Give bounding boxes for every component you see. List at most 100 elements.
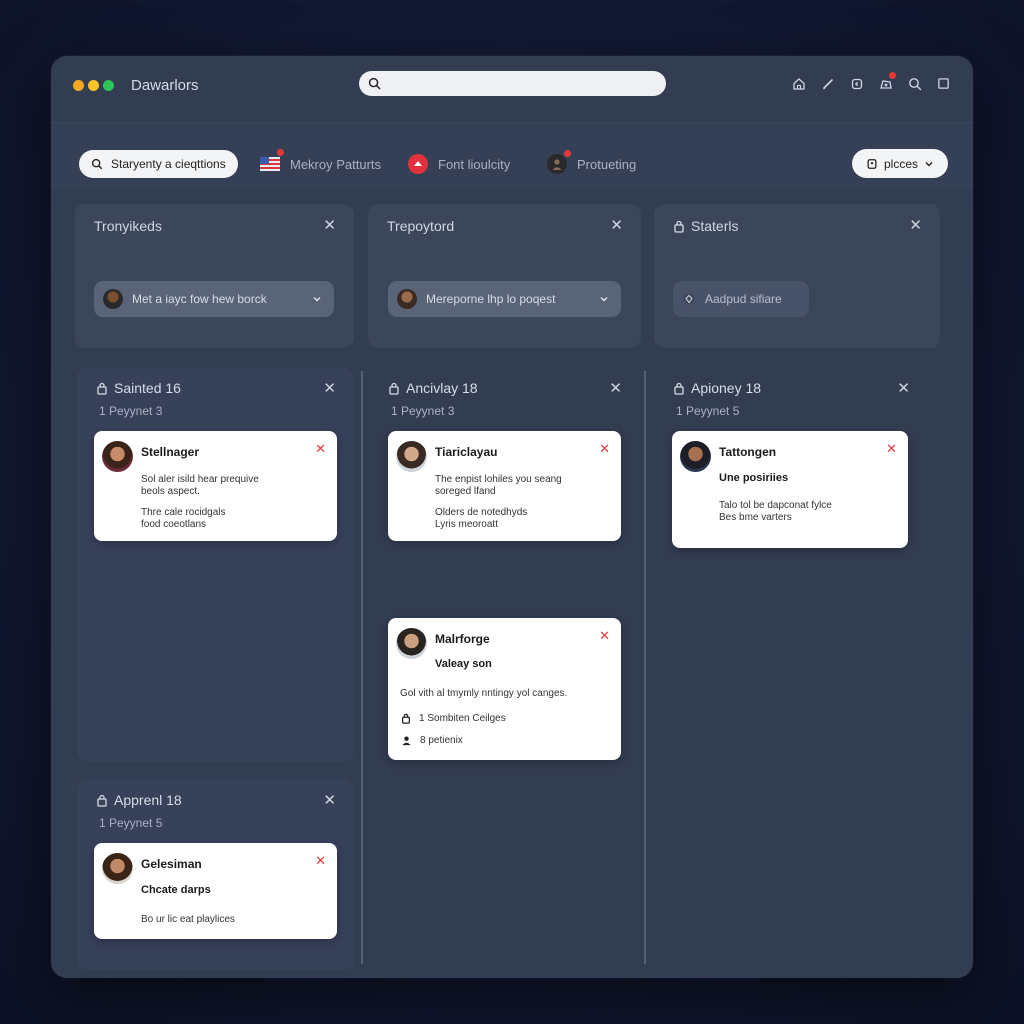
close-icon[interactable]: ✕ — [609, 381, 622, 396]
select-value: Aadpud sifiare — [705, 292, 782, 306]
close-icon[interactable]: ✕ — [315, 854, 326, 867]
column-subtitle: 1 Peyynet 5 — [676, 404, 740, 418]
close-icon[interactable]: ✕ — [909, 218, 922, 233]
panel-select[interactable]: Met a iayc fow hew borck — [94, 281, 334, 317]
avatar — [396, 441, 427, 472]
places-label: plcces — [883, 156, 918, 171]
avatar — [102, 853, 133, 884]
top-panel-3: Staterls ✕ Aadpud sifiare — [654, 204, 940, 348]
filter-chip-2[interactable]: Font lioulcity — [408, 150, 510, 178]
panel-select[interactable]: Aadpud sifiare — [673, 281, 809, 317]
chevron-down-icon — [925, 161, 933, 166]
minimize-dot[interactable] — [88, 80, 99, 91]
search-icon[interactable] — [907, 76, 922, 91]
search-bar[interactable] — [359, 71, 666, 96]
active-filter-chip[interactable]: Staryenty a cieqttions — [79, 150, 238, 178]
active-filter-label: Staryenty a cieqttions — [111, 157, 226, 171]
close-icon[interactable]: ✕ — [323, 381, 336, 396]
tag-icon — [867, 158, 877, 169]
panel-title-row: Staterls — [673, 218, 738, 234]
card-text: Thre cale rocidgals food coeotlans — [141, 507, 226, 530]
card-subtitle: Chcate darps — [141, 884, 211, 896]
column-3: Apioney 18 ✕ 1 Peyynet 5 Tattongen ✕ Une… — [654, 368, 928, 968]
filter-chip-1[interactable]: Mekroy Patturts — [260, 149, 382, 178]
panel-title: Trepoytord — [387, 218, 455, 234]
close-icon[interactable]: ✕ — [610, 218, 623, 233]
column-title-row: Apprenl 18 — [96, 792, 182, 808]
avatar — [680, 441, 711, 472]
column-title: Sainted 16 — [114, 380, 181, 396]
card-body: Gol vith al tmymly nntingy yol canges. — [400, 688, 568, 699]
task-card[interactable]: Tiariclayau ✕ The enpist lohiles you sea… — [388, 431, 621, 541]
close-icon[interactable]: ✕ — [323, 218, 336, 233]
column-divider — [361, 371, 363, 964]
chip-badge — [564, 150, 571, 157]
column-subtitle: 1 Peyynet 3 — [99, 404, 163, 418]
column-2: Ancivlay 18 ✕ 1 Peyynet 3 Tiariclayau ✕ … — [369, 368, 640, 968]
card-text: Olders de notedhyds Lyris meoroatt — [435, 507, 528, 530]
task-card[interactable]: Malrforge ✕ Valeay son Gol vith al tmyml… — [388, 618, 621, 760]
filter-chip-label: Mekroy Patturts — [290, 156, 382, 172]
places-dropdown[interactable]: plcces — [852, 149, 948, 178]
square-icon[interactable] — [936, 76, 951, 91]
filter-bar: Staryenty a cieqttions Mekroy Patturts F… — [51, 122, 973, 189]
card-name: Gelesiman — [141, 857, 202, 871]
search-icon — [91, 158, 103, 170]
panel-title: Staterls — [691, 218, 739, 234]
search-input[interactable] — [387, 76, 666, 91]
task-card[interactable]: Stellnager ✕ Sol aler isild hear prequiv… — [94, 431, 337, 541]
avatar — [396, 628, 427, 659]
column-title-row: Apioney 18 — [673, 380, 761, 396]
app-title: Dawarlors — [131, 77, 199, 94]
shield-icon — [683, 293, 695, 305]
column-title: Apioney 18 — [691, 380, 762, 396]
top-panel-2: Trepoytord ✕ Mereporne lhp lo poqest — [368, 204, 641, 348]
maximize-dot[interactable] — [103, 80, 114, 91]
card-subtitle: Une posiriies — [719, 472, 789, 484]
lock-icon — [97, 794, 107, 807]
column-1: Sainted 16 ✕ 1 Peyynet 3 Stellnager ✕ So… — [77, 368, 354, 761]
lock-icon — [389, 382, 399, 395]
pen-icon[interactable] — [820, 76, 835, 91]
lock-icon — [674, 382, 684, 395]
lock-icon — [97, 382, 107, 395]
column-subtitle: 1 Peyynet 5 — [99, 816, 163, 830]
card-meta-row: 1 Sombiten Ceilges — [401, 713, 506, 724]
panel-title: Tronyikeds — [94, 218, 162, 234]
select-value: Mereporne lhp lo poqest — [426, 292, 556, 306]
chip-badge — [277, 149, 284, 156]
bookmark-icon[interactable] — [849, 76, 864, 91]
task-card[interactable]: Tattongen ✕ Une posiriies Talo tol be da… — [672, 431, 908, 548]
card-text: The enpist lohiles you seang soreged lfa… — [435, 474, 562, 497]
column-title: Ancivlay 18 — [406, 380, 478, 396]
home-icon[interactable] — [791, 76, 806, 91]
pin-icon — [408, 154, 428, 174]
card-meta-row: 8 petienix — [401, 735, 463, 746]
window-controls — [73, 80, 114, 91]
avatar — [397, 289, 417, 309]
panel-select[interactable]: Mereporne lhp lo poqest — [388, 281, 621, 317]
search-icon — [368, 77, 381, 90]
filter-chip-label: Protueting — [577, 156, 637, 172]
top-panel-1: Tronyikeds ✕ Met a iayc fow hew borck — [75, 204, 354, 348]
close-icon[interactable]: ✕ — [897, 381, 910, 396]
filter-chip-3[interactable]: Protueting — [547, 150, 636, 178]
meta-text: 1 Sombiten Ceilges — [419, 713, 506, 724]
task-card[interactable]: Gelesiman ✕ Chcate darps Bo ur lic eat p… — [94, 843, 337, 939]
close-icon[interactable]: ✕ — [599, 629, 610, 642]
toolbar-icons — [791, 72, 951, 91]
close-icon[interactable]: ✕ — [886, 442, 897, 455]
close-icon[interactable]: ✕ — [599, 442, 610, 455]
card-text: Talo tol be dapconat fylce Bes bme varte… — [719, 500, 832, 523]
card-body: Bo ur lic eat playlices — [141, 914, 235, 925]
close-icon[interactable]: ✕ — [315, 442, 326, 455]
person-icon — [547, 150, 571, 174]
card-name: Malrforge — [435, 632, 490, 646]
avatar — [103, 289, 123, 309]
column-title: Apprenl 18 — [114, 792, 182, 808]
close-icon[interactable]: ✕ — [323, 793, 336, 808]
close-dot[interactable] — [73, 80, 84, 91]
card-subtitle: Valeay son — [435, 658, 492, 670]
notification-icon[interactable] — [878, 72, 896, 91]
column-subtitle: 1 Peyynet 3 — [391, 404, 455, 418]
